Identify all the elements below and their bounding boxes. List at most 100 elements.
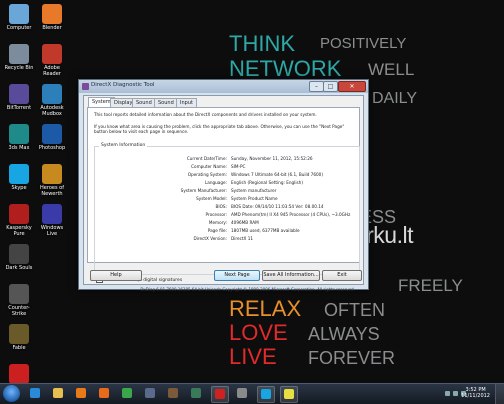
taskbar-app7-button[interactable] bbox=[165, 386, 181, 401]
system-info-key: Computer Name: bbox=[191, 164, 227, 169]
app-icon bbox=[42, 164, 62, 184]
app-icon bbox=[42, 4, 62, 24]
system-info-key: Processor: bbox=[205, 212, 227, 217]
wallpaper-word-light: WELL bbox=[368, 60, 415, 79]
taskbar-ie-button[interactable] bbox=[27, 386, 43, 401]
copyright-text: DxDiag 6.01.7600.16385 64-bit Unicode Co… bbox=[140, 287, 355, 292]
wallpaper-word-light: OFTEN bbox=[324, 300, 385, 320]
desktop-icon-skype[interactable]: Skype bbox=[2, 164, 36, 191]
exit-button[interactable]: Exit bbox=[322, 270, 362, 281]
desktop-icon-label: Recycle Bin bbox=[4, 65, 34, 71]
desktop-icon-heroes-of-newerth[interactable]: Heroes of Newerth bbox=[35, 164, 69, 197]
next-page-button[interactable]: Next Page bbox=[214, 270, 260, 281]
app10-icon bbox=[237, 388, 247, 398]
taskbar-dxdiag-button[interactable] bbox=[280, 386, 298, 403]
desktop-icon-windows-live[interactable]: Windows Live bbox=[35, 204, 69, 237]
system-info-key: Operating System: bbox=[187, 172, 227, 177]
system-info-key: System Manufacturer: bbox=[180, 188, 227, 193]
system-info-row: Computer Name: SIM-PC bbox=[95, 163, 359, 170]
system-info-value: Windows 7 Ultimate 64-bit (6.1, Build 76… bbox=[231, 172, 323, 177]
system-info-row: Operating System: Windows 7 Ultimate 64-b… bbox=[95, 171, 359, 178]
taskbar-chrome-button[interactable] bbox=[119, 386, 135, 401]
desktop-icon-fable[interactable]: Fable bbox=[2, 324, 36, 351]
intro-text-2: If you know what area is causing the pro… bbox=[94, 124, 345, 134]
desktop-icon-kaspersky-pure[interactable]: Kaspersky Pure bbox=[2, 204, 36, 237]
app8-icon bbox=[191, 388, 201, 398]
firefox-icon bbox=[99, 388, 109, 398]
taskbar-app10-button[interactable] bbox=[234, 386, 250, 401]
close-button[interactable]: ✕ bbox=[338, 81, 366, 92]
system-info-key: Page file: bbox=[207, 228, 227, 233]
system-info-key: DirectX Version: bbox=[193, 236, 227, 241]
taskbar-clock[interactable]: 3:52 PM 11/11/2012 bbox=[461, 387, 490, 399]
desktop-icon-photoshop[interactable]: Photoshop bbox=[35, 124, 69, 151]
maximize-button[interactable]: □ bbox=[323, 81, 338, 92]
system-information-group: System Information Current Date/Time: Sun… bbox=[94, 143, 360, 275]
taskbar-app6-button[interactable] bbox=[142, 386, 158, 401]
taskbar: 3:52 PM 11/11/2012 bbox=[0, 383, 504, 404]
tray-flag-icon[interactable] bbox=[445, 391, 450, 396]
tab-sound-1[interactable]: Sound 1 bbox=[132, 98, 156, 114]
app-icon bbox=[9, 44, 29, 64]
system-info-row: System Model: System Product Name bbox=[95, 195, 359, 202]
taskbar-skype-button[interactable] bbox=[257, 386, 275, 403]
taskbar-media-button[interactable] bbox=[73, 386, 89, 401]
system-info-value: System manufacturer bbox=[231, 188, 277, 193]
app-icon bbox=[42, 84, 62, 104]
taskbar-opera-button[interactable] bbox=[211, 386, 229, 403]
taskbar-firefox-button[interactable] bbox=[96, 386, 112, 401]
wallpaper-word-light: ALWAYS bbox=[308, 324, 380, 344]
app-icon bbox=[9, 204, 29, 224]
system-info-key: Memory: bbox=[208, 220, 227, 225]
dxdiag-window: DirectX Diagnostic Tool – □ ✕ System Dis… bbox=[78, 79, 369, 292]
system-info-row: Memory: 4096MB RAM bbox=[95, 219, 359, 226]
tray-network-icon[interactable] bbox=[453, 391, 458, 396]
desktop-icon-counter-strike[interactable]: Counter-Strike bbox=[2, 284, 36, 317]
system-info-key: BIOS: bbox=[215, 204, 227, 209]
save-all-information-button[interactable]: Save All Information... bbox=[262, 270, 320, 281]
tab-sound-2[interactable]: Sound 2 bbox=[154, 98, 178, 114]
group-label: System Information bbox=[99, 143, 148, 148]
system-info-row: Processor: AMD Phenom(tm) II X4 945 Proce… bbox=[95, 211, 359, 218]
app-icon bbox=[9, 364, 29, 384]
taskbar-app8-button[interactable] bbox=[188, 386, 204, 401]
desktop-icon-label: Skype bbox=[11, 185, 27, 191]
desktop-icon-dark-souls[interactable]: Dark Souls bbox=[2, 244, 36, 271]
wallpaper-word-light: POSITIVELY bbox=[320, 35, 407, 52]
system-info-value: BIOS Date: 09/14/10 11:03:54 Ver: 08.00.… bbox=[231, 204, 324, 209]
minimize-button[interactable]: – bbox=[309, 81, 324, 92]
wallpaper-word-bold: NETWORK bbox=[229, 56, 342, 81]
wallpaper-word-bold: RELAX bbox=[229, 296, 302, 321]
help-button[interactable]: Help bbox=[90, 270, 142, 281]
desktop-icon-bittorrent[interactable]: BitTorrent bbox=[2, 84, 36, 111]
system-info-key: System Model: bbox=[196, 196, 227, 201]
start-button[interactable] bbox=[3, 385, 20, 402]
desktop-icon-blender[interactable]: Blender bbox=[35, 4, 69, 31]
desktop-icon-computer[interactable]: Computer bbox=[2, 4, 36, 31]
tab-input[interactable]: Input bbox=[176, 98, 197, 107]
desktop-icon-3ds-max[interactable]: 3ds Max bbox=[2, 124, 36, 151]
system-info-value: System Product Name bbox=[231, 196, 278, 201]
desktop-icon-recycle-bin[interactable]: Recycle Bin bbox=[2, 44, 36, 71]
desktop-icon-label: Windows Live bbox=[40, 225, 64, 237]
desktop-icon-label: Fable bbox=[12, 345, 26, 351]
app-icon bbox=[9, 4, 29, 24]
system-info-value: DirectX 11 bbox=[231, 236, 254, 241]
app-icon bbox=[9, 324, 29, 344]
system-info-value: AMD Phenom(tm) II X4 945 Processor (4 CP… bbox=[231, 212, 351, 217]
title-bar[interactable]: DirectX Diagnostic Tool – □ ✕ bbox=[79, 80, 368, 93]
taskbar-explorer-button[interactable] bbox=[50, 386, 66, 401]
show-desktop-button[interactable] bbox=[495, 384, 504, 404]
opera-icon bbox=[215, 389, 225, 399]
desktop-icon-adobe-reader[interactable]: Adobe Reader bbox=[35, 44, 69, 77]
clock-date: 11/11/2012 bbox=[461, 393, 490, 399]
system-info-value: English (Regional Setting: English) bbox=[231, 180, 303, 185]
desktop-icon-autodesk-mudbox[interactable]: Autodesk Mudbox bbox=[35, 84, 69, 117]
app-icon bbox=[9, 124, 29, 144]
ie-icon bbox=[30, 388, 40, 398]
app-icon bbox=[42, 204, 62, 224]
desktop-icon-label: Adobe Reader bbox=[43, 65, 61, 77]
system-info-row: BIOS: BIOS Date: 09/14/10 11:03:54 Ver: 0… bbox=[95, 203, 359, 210]
app7-icon bbox=[168, 388, 178, 398]
app-icon bbox=[9, 284, 29, 304]
